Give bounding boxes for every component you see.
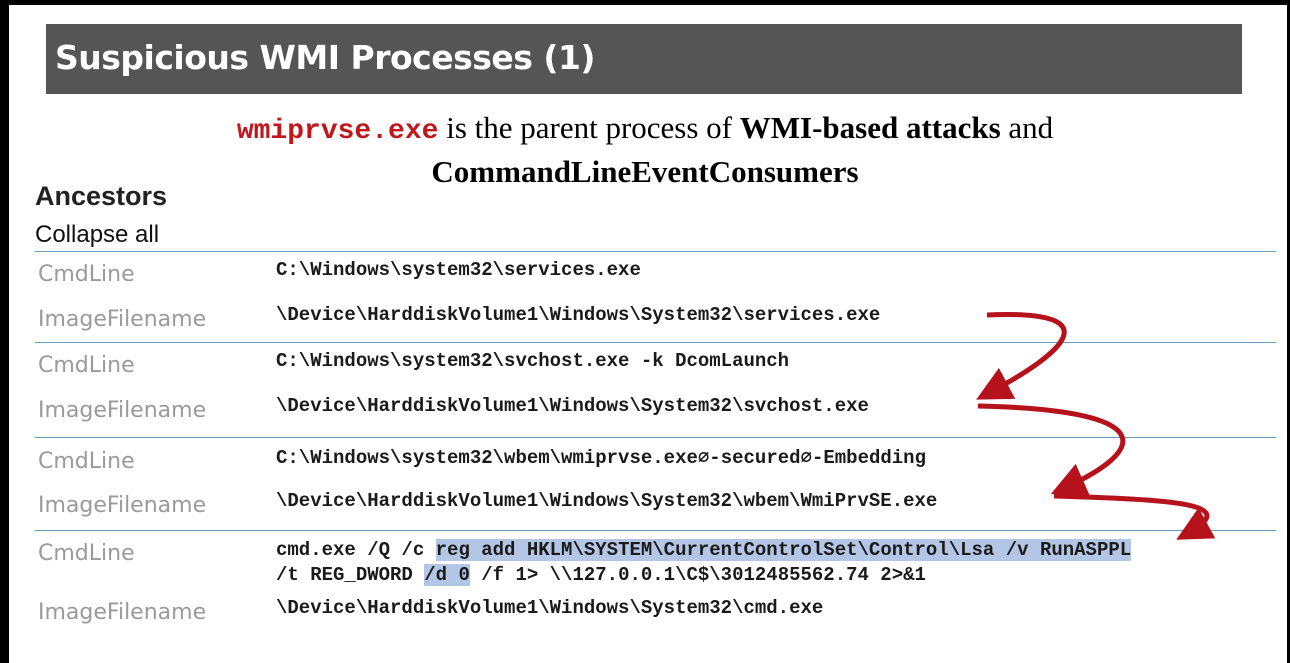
annotation-arrows: [976, 312, 1216, 540]
arrow-wmiprvse-to-cmd: [1053, 493, 1216, 540]
arrow-services-to-svchost: [976, 312, 1067, 400]
arrow-svchost-to-wmiprvse: [977, 403, 1126, 496]
